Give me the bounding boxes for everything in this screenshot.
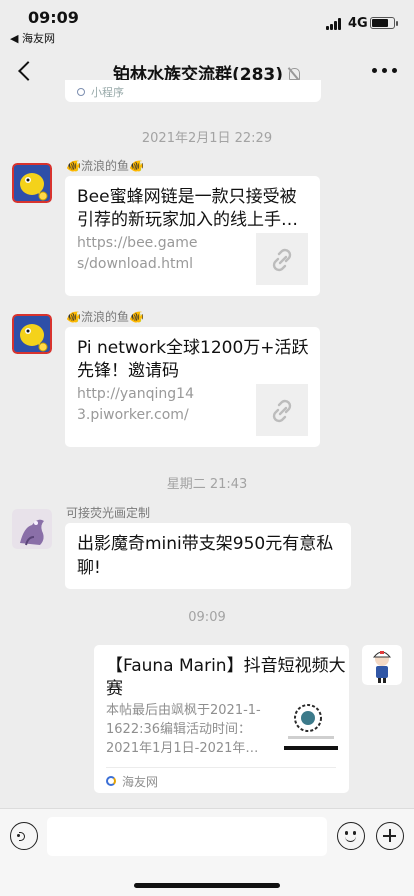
emoji-icon[interactable] <box>337 822 365 850</box>
signal-icon <box>326 18 344 30</box>
link-icon <box>256 384 308 436</box>
mini-program-source: 海友网 <box>122 775 159 789</box>
sender-name: 可接荧光画定制 <box>66 506 151 520</box>
network-type: 4G <box>348 16 368 31</box>
voice-icon[interactable] <box>10 822 38 850</box>
status-time: 09:09 <box>28 8 79 27</box>
link-url: http://yanqing143.piworker.com/ <box>77 386 194 423</box>
timestamp: 2021年2月1日 22:29 <box>141 131 273 146</box>
link-title: Bee蜜蜂网链是一款只接受被引荐的新玩家加入的线上手… <box>77 187 298 230</box>
dragon-figure-avatar[interactable] <box>12 509 52 549</box>
link-card[interactable]: Bee蜜蜂网链是一款只接受被引荐的新玩家加入的线上手… https://bee.… <box>65 176 320 296</box>
add-icon[interactable] <box>376 822 404 850</box>
home-indicator <box>134 883 280 888</box>
mini-program-thumbnail <box>284 696 338 750</box>
timestamp: 星期二 21:43 <box>166 477 248 492</box>
previous-message-card[interactable]: 小程序 <box>65 80 321 102</box>
mini-program-description: 本帖最后由飒枫于2021-1-1622:36编辑活动时间：2021年1月1日-2… <box>106 703 261 756</box>
back-to-app-link[interactable]: ◀ 海友网 <box>10 30 55 46</box>
mini-program-icon <box>106 776 116 786</box>
mini-program-source: 小程序 <box>77 84 124 100</box>
input-bar <box>0 808 414 896</box>
link-url: https://bee.games/download.html <box>77 235 198 272</box>
yellow-fish-avatar[interactable] <box>12 314 52 354</box>
more-icon[interactable] <box>372 68 398 74</box>
timestamp: 09:09 <box>188 610 226 625</box>
link-card[interactable]: Pi network全球1200万+活跃先锋！邀请码 (yanqing143)-… <box>65 327 320 447</box>
link-icon <box>256 233 308 285</box>
sender-name: 🐠流浪的鱼🐠 <box>66 310 144 324</box>
mini-program-card[interactable]: 【Fauna Marin】抖音短视频大赛 本帖最后由飒枫于2021-1-1622… <box>94 645 349 793</box>
yellow-fish-avatar[interactable] <box>12 163 52 203</box>
cartoon-doctor-avatar[interactable] <box>362 645 402 685</box>
battery-icon <box>370 17 398 29</box>
link-title: Pi network全球1200万+活跃先锋！邀请码 (yanqing143)-… <box>77 338 309 381</box>
text-message-bubble[interactable]: 出影魔奇mini带支架950元有意私聊! <box>65 523 351 589</box>
message-input[interactable] <box>47 817 327 856</box>
mini-program-title: 【Fauna Marin】抖音短视频大赛 <box>106 656 346 699</box>
status-bar: 09:09 ◀ 海友网 4G <box>0 0 414 46</box>
mute-icon <box>287 67 301 81</box>
card-divider <box>106 767 336 768</box>
sender-name: 🐠流浪的鱼🐠 <box>66 159 144 173</box>
